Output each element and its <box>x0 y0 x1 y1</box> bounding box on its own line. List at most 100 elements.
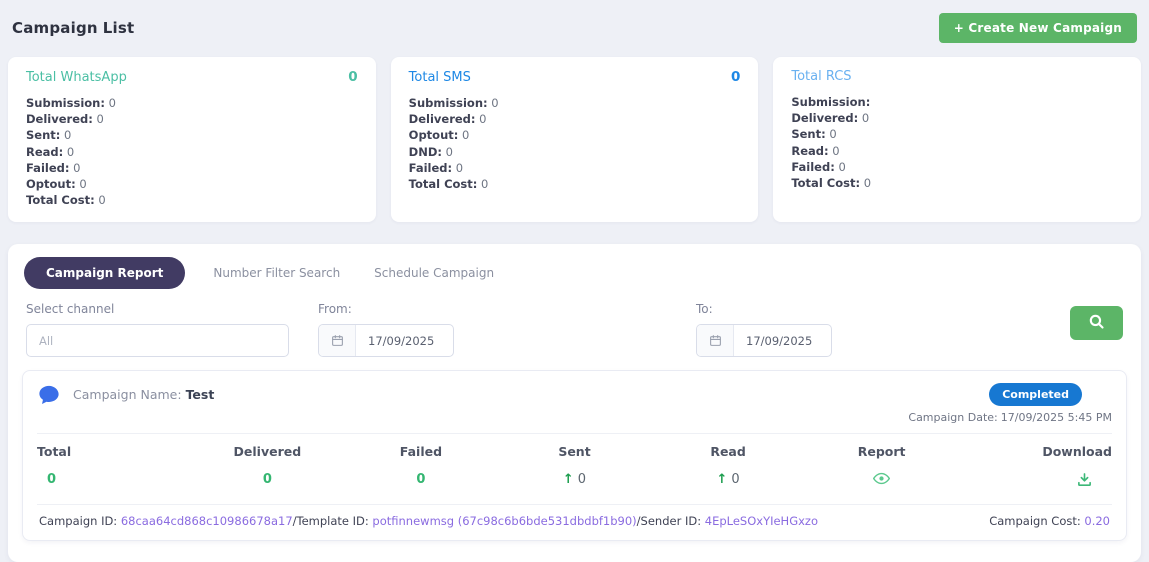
campaign-stats-table: Total Delivered Failed Sent Read Report … <box>37 444 1112 491</box>
failed-value: 0 <box>416 472 426 488</box>
to-date-value: 17/09/2025 <box>746 333 813 348</box>
from-date-filter: From: 17/09/2025 <box>318 302 454 358</box>
stat-row: Failed: 0 <box>791 159 1123 175</box>
stat-row: DND: 0 <box>409 144 741 160</box>
card-whatsapp-title: Total WhatsApp <box>26 69 127 85</box>
stat-row: Submission: <box>791 94 1123 110</box>
card-total-rcs: Total RCS Submission: Delivered: 0 Sent:… <box>773 57 1142 223</box>
stat-label: Optout: <box>26 177 76 192</box>
template-id-label: /Template ID: <box>292 514 373 529</box>
stat-value: 0 <box>838 159 846 174</box>
calendar-icon[interactable] <box>319 325 356 357</box>
card-whatsapp-count: 0 <box>348 69 358 85</box>
stat-label: Delivered: <box>408 112 476 127</box>
campaign-cost-label: Campaign Cost: <box>989 514 1085 529</box>
campaign-date-row: Campaign Date: 17/09/2025 5:45 PM <box>37 411 1112 435</box>
stat-value: 0 <box>66 144 75 159</box>
campaign-id-value[interactable]: 68caa64cd868c10986678a17 <box>121 514 293 528</box>
stat-row: Total Cost: 0 <box>409 176 741 192</box>
stat-row: Total Cost: 0 <box>791 175 1123 191</box>
stat-value: 0 <box>79 177 87 192</box>
from-label: From: <box>318 302 352 317</box>
sender-id-label: /Sender ID: <box>636 514 705 529</box>
stat-label: Total Cost: <box>26 193 95 208</box>
tab-bar: Campaign Report Number Filter Search Sch… <box>22 257 1127 290</box>
stat-label: Submission: <box>408 96 488 110</box>
sender-id-value[interactable]: 4EpLeSOxYIeHGxzo <box>705 514 818 528</box>
stat-label: Delivered: <box>26 112 93 127</box>
up-arrow-icon: ↑ <box>716 472 728 488</box>
stat-row: Failed: 0 <box>26 160 358 176</box>
download-icon <box>1077 473 1092 490</box>
stat-value: 0 <box>445 144 453 159</box>
create-new-campaign-button[interactable]: + Create New Campaign <box>938 13 1137 43</box>
stat-label: Read: <box>26 144 64 159</box>
card-rcs-header: Total RCS <box>791 69 1123 84</box>
search-button[interactable] <box>1070 306 1123 341</box>
tab-campaign-report[interactable]: Campaign Report <box>24 257 186 290</box>
stat-value: 0 <box>96 112 104 127</box>
summary-cards: Total WhatsApp 0 Submission: 0 Delivered… <box>8 57 1142 223</box>
stat-value: 0 <box>73 160 81 175</box>
card-sms-count: 0 <box>730 69 741 85</box>
status-badge: Completed <box>989 383 1082 407</box>
to-date-input[interactable]: 17/09/2025 <box>696 324 832 358</box>
stat-value: 0 <box>479 112 487 127</box>
stat-value: 0 <box>455 160 464 175</box>
stat-value: 0 <box>64 128 72 143</box>
search-icon <box>1088 313 1105 333</box>
from-date-value: 17/09/2025 <box>368 333 435 348</box>
column-header-download: Download <box>1042 444 1112 460</box>
stat-label: Optout: <box>408 128 459 143</box>
template-id-value[interactable]: potfinnewmsg (67c98c6b6bde531dbdbf1b90) <box>372 514 636 528</box>
card-total-sms: Total SMS 0 Submission: 0 Delivered: 0 O… <box>390 57 759 223</box>
stat-label: Failed: <box>408 160 453 175</box>
from-date-input[interactable]: 17/09/2025 <box>318 324 454 358</box>
page-title: Campaign List <box>12 19 134 37</box>
campaign-date-value: 17/09/2025 5:45 PM <box>1000 411 1112 425</box>
sent-value: 0 <box>577 472 587 488</box>
stat-value: 0 <box>481 177 489 192</box>
page: Campaign List + Create New Campaign Total… <box>0 0 1149 562</box>
stat-row: Optout: 0 <box>409 127 741 143</box>
up-arrow-icon: ↑ <box>562 472 574 488</box>
channel-select[interactable]: All <box>26 324 289 358</box>
stat-label: Failed: <box>791 159 835 174</box>
to-date-filter: To: 17/09/2025 <box>696 302 832 358</box>
stat-label: Sent: <box>791 127 826 142</box>
stat-row: Read: 0 <box>26 144 358 160</box>
stat-label: DND: <box>408 144 442 159</box>
card-sms-title: Total SMS <box>408 69 471 85</box>
channel-label: Select channel <box>26 302 115 317</box>
stat-row: Failed: 0 <box>409 160 741 176</box>
campaign-name-value: Test <box>185 387 215 403</box>
column-header-read: Read <box>710 444 746 460</box>
stat-row: Submission: 0 <box>26 95 358 111</box>
campaign-cost: Campaign Cost: 0.20 <box>989 514 1110 528</box>
page-title-bold: Campaign <box>12 19 98 37</box>
stat-row: Sent: 0 <box>791 126 1123 142</box>
stat-row: Delivered: 0 <box>409 111 741 127</box>
stat-value: 0 <box>832 143 840 158</box>
calendar-icon[interactable] <box>697 325 734 357</box>
card-whatsapp-header: Total WhatsApp 0 <box>26 69 358 85</box>
chat-bubble-icon <box>37 384 61 406</box>
view-report-button[interactable] <box>873 472 891 488</box>
stat-label: Read: <box>791 143 829 158</box>
download-report-button[interactable] <box>1077 472 1092 490</box>
total-value: 0 <box>47 472 57 488</box>
campaign-header-row: Campaign Name: Test Completed <box>37 383 1112 407</box>
filter-row: Select channel All From: 17/09/2025 To: <box>22 302 1127 358</box>
report-cell <box>805 472 959 491</box>
tab-schedule-campaign[interactable]: Schedule Campaign <box>368 257 500 289</box>
stat-value: 0 <box>98 193 106 208</box>
stat-row: Submission: 0 <box>409 95 741 111</box>
campaign-name-label: Campaign Name: <box>73 387 182 403</box>
card-sms-header: Total SMS 0 <box>409 69 741 85</box>
campaign-ids: Campaign ID: 68caa64cd868c10986678a17/Te… <box>39 514 818 528</box>
eye-icon <box>873 473 891 488</box>
tab-number-filter-search[interactable]: Number Filter Search <box>207 257 346 289</box>
stat-label: Total Cost: <box>791 176 861 191</box>
stat-row: Optout: 0 <box>26 176 358 192</box>
stat-value: 0 <box>462 128 470 143</box>
